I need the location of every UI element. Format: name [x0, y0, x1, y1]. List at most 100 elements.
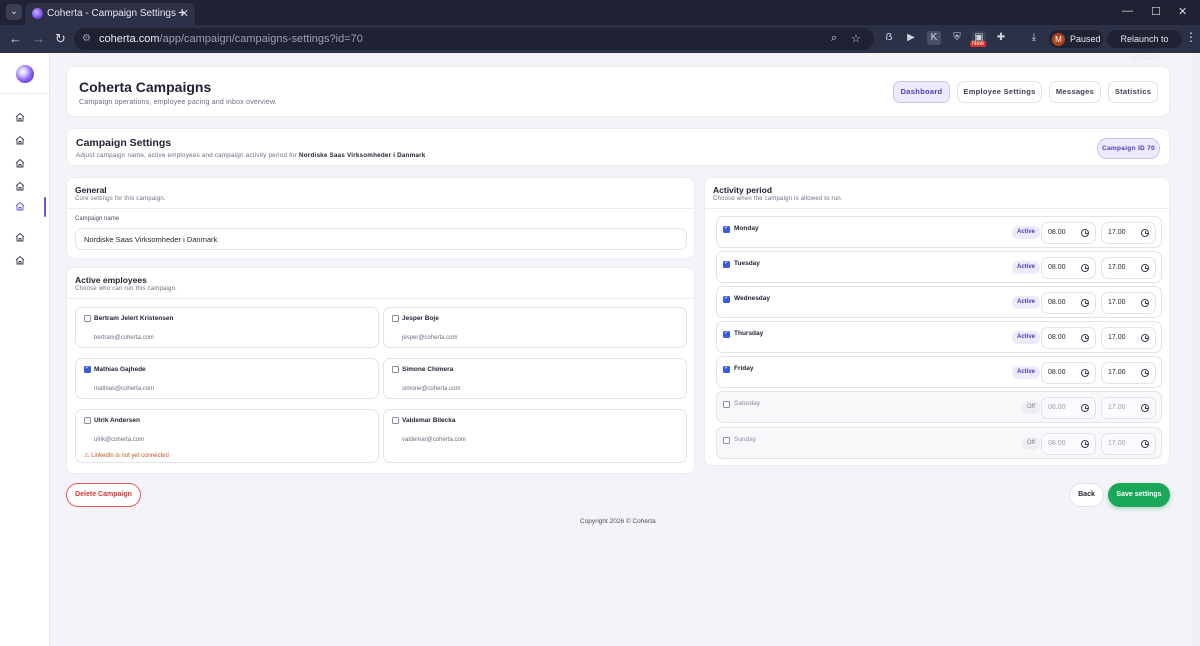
activity-title: Activity period [713, 185, 773, 195]
general-subtitle: Core settings for this campaign. [75, 196, 166, 202]
day-checkbox[interactable] [723, 294, 730, 303]
download-icon[interactable]: ⤓ [1027, 31, 1041, 45]
day-status-badge: Active [1012, 226, 1041, 239]
clock-icon [1081, 264, 1089, 272]
general-title: General [75, 185, 107, 195]
employee-checkbox[interactable] [84, 364, 91, 373]
campaign-name-input[interactable]: Nordiske Saas Virksomheder i Danmark [75, 228, 687, 250]
employee-checkbox[interactable] [84, 315, 91, 322]
extension-translate-icon[interactable]: ẞ [882, 31, 896, 45]
day-status-badge: Active [1012, 331, 1041, 344]
start-time-input[interactable]: 08.00 [1041, 433, 1096, 455]
site-info-icon[interactable]: ⚙ [82, 33, 91, 44]
minimize-icon[interactable]: — [1122, 5, 1133, 17]
profile-button[interactable]: M Paused [1049, 30, 1103, 48]
employee-card[interactable]: Simone Chimera simone@coherta.com [383, 358, 687, 399]
employee-name: Ulrik Andersen [94, 417, 140, 424]
browser-menu-icon[interactable]: ⋮ [1185, 30, 1197, 44]
start-time-input[interactable]: 08.00 [1041, 292, 1096, 314]
sidebar-item-3[interactable] [0, 154, 50, 174]
end-time-input[interactable]: 17.00 [1101, 433, 1156, 455]
sidebar-item-7[interactable] [0, 251, 50, 271]
employees-subtitle: Choose who can run this campaign. [75, 286, 177, 292]
sidebar-item-5[interactable] [0, 197, 50, 217]
forward-arrow-icon[interactable]: → [32, 31, 45, 46]
start-time-input[interactable]: 08.00 [1041, 257, 1096, 279]
relaunch-button[interactable]: Relaunch to update [1107, 30, 1182, 62]
delete-campaign-button[interactable]: Delete Campaign [66, 483, 141, 507]
bookmark-star-icon[interactable]: ☆ [851, 32, 861, 45]
day-checkbox[interactable] [723, 401, 730, 408]
clock-icon [1081, 369, 1089, 377]
back-arrow-icon[interactable]: ← [9, 31, 22, 46]
address-bar[interactable]: ⚙ coherta.com/app/campaign/campaigns-set… [74, 28, 874, 50]
back-button[interactable]: Back [1069, 483, 1104, 507]
employee-checkbox[interactable] [392, 366, 399, 373]
reload-icon[interactable]: ↻ [55, 31, 66, 47]
day-checkbox[interactable] [723, 224, 730, 233]
employee-card[interactable]: Jesper Boje jesper@coherta.com [383, 307, 687, 348]
section-divider [67, 208, 694, 209]
clock-icon [1141, 229, 1149, 237]
day-checkbox[interactable] [723, 364, 730, 373]
day-name: Sunday [734, 436, 757, 443]
maximize-icon[interactable]: ☐ [1151, 5, 1161, 18]
employee-email: bertram@coherta.com [94, 335, 154, 341]
home-icon [15, 181, 25, 191]
sidebar-divider [0, 93, 50, 94]
clock-icon [1141, 440, 1149, 448]
end-time-input[interactable]: 17.00 [1101, 222, 1156, 244]
employee-card[interactable]: Ulrik Andersen ulrik@coherta.com ⚠ Linke… [75, 409, 379, 463]
start-time-input[interactable]: 08.00 [1041, 222, 1096, 244]
clock-icon [1081, 229, 1089, 237]
coherta-logo[interactable] [16, 65, 34, 83]
start-time-input[interactable]: 08.00 [1041, 327, 1096, 349]
sidebar-item-4[interactable] [0, 177, 50, 197]
employee-email: ulrik@coherta.com [94, 437, 145, 443]
tab-dashboard[interactable]: Dashboard [893, 81, 950, 103]
day-name: Tuesday [734, 260, 760, 267]
page-title: Coherta Campaigns [79, 79, 212, 95]
close-window-icon[interactable]: ✕ [1178, 5, 1187, 18]
extension-video-icon[interactable]: ▶ [904, 31, 918, 45]
day-checkbox[interactable] [723, 437, 730, 444]
tab-employee-settings[interactable]: Employee Settings [957, 81, 1042, 103]
page-scrollbar[interactable] [1192, 53, 1200, 646]
warning-icon: ⚠ [84, 453, 90, 459]
employee-checkbox[interactable] [392, 315, 399, 322]
employee-checkbox[interactable] [84, 417, 91, 424]
start-time-input[interactable]: 08.00 [1041, 362, 1096, 384]
sidebar-item-6[interactable] [0, 228, 50, 248]
home-icon [15, 232, 25, 242]
tab-search-button[interactable]: ⌄ [6, 4, 22, 20]
sidebar-item-2[interactable] [0, 131, 50, 151]
employee-card[interactable]: Valdemar Bilecka valdemar@coherta.com [383, 409, 687, 463]
browser-tab[interactable]: Coherta - Campaign Settings ✕ [25, 3, 195, 25]
tab-statistics[interactable]: Statistics [1108, 81, 1158, 103]
sidebar-item-1[interactable] [0, 108, 50, 128]
start-time-input[interactable]: 08.00 [1041, 397, 1096, 419]
linkedin-warning: ⚠ LinkedIn is not yet connected [84, 453, 169, 459]
end-time-input[interactable]: 17.00 [1101, 257, 1156, 279]
end-time-input[interactable]: 17.00 [1101, 362, 1156, 384]
employee-name: Bertram Jelert Kristensen [94, 315, 174, 322]
end-time-input[interactable]: 17.00 [1101, 327, 1156, 349]
extension-shield-icon[interactable]: ⛨ [950, 31, 964, 45]
end-time-input[interactable]: 17.00 [1101, 397, 1156, 419]
zoom-search-icon[interactable]: ⌕ [831, 32, 837, 45]
end-time-input[interactable]: 17.00 [1101, 292, 1156, 314]
page-header: Coherta Campaigns Campaign operations, e… [66, 66, 1170, 117]
new-tab-button[interactable]: + [178, 4, 186, 20]
employee-card[interactable]: Bertram Jelert Kristensen bertram@cohert… [75, 307, 379, 348]
employee-card[interactable]: Mathias Gajhede mathias@coherta.com [75, 358, 379, 399]
day-checkbox[interactable] [723, 259, 730, 268]
extension-k-icon[interactable]: K [927, 31, 941, 45]
footer-copyright: Copyright 2026 © Coherta [580, 518, 656, 525]
day-checkbox[interactable] [723, 329, 730, 338]
tab-messages[interactable]: Messages [1049, 81, 1101, 103]
tab-title: Coherta - Campaign Settings [47, 8, 176, 19]
save-settings-button[interactable]: Save settings [1108, 483, 1170, 507]
extensions-puzzle-icon[interactable]: ✚ [994, 31, 1008, 45]
employee-checkbox[interactable] [392, 417, 399, 424]
page-subtitle: Campaign operations, employee pacing and… [79, 99, 277, 106]
